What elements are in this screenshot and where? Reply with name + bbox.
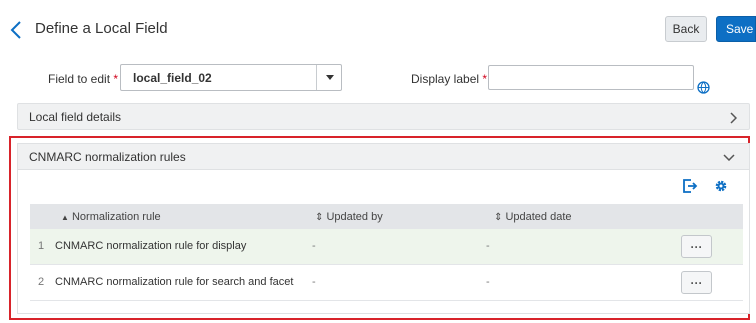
section-title: Local field details: [29, 110, 122, 124]
updated-by: -: [312, 276, 316, 288]
back-button[interactable]: Back: [665, 16, 707, 42]
column-header-updated-date[interactable]: ⇕ Updated date: [494, 211, 572, 223]
select-divider: [316, 65, 317, 90]
row-index: 2: [38, 276, 45, 288]
field-to-edit-select[interactable]: local_field_02: [120, 64, 342, 91]
updated-by: -: [312, 240, 316, 252]
cnmarc-rules-panel: CNMARC normalization rules ▲ Normalizati…: [17, 143, 750, 314]
display-label-label: Display label *: [411, 72, 488, 86]
updated-date: -: [486, 240, 490, 252]
column-header-updated-by[interactable]: ⇕ Updated by: [315, 211, 383, 223]
chevron-right-icon[interactable]: [729, 112, 737, 124]
page-header: Define a Local Field Back Save: [0, 0, 756, 60]
export-icon[interactable]: [682, 179, 698, 193]
required-marker: *: [113, 72, 119, 86]
rule-name[interactable]: CNMARC normalization rule for display: [55, 240, 246, 252]
local-field-details-section[interactable]: Local field details: [17, 103, 750, 130]
field-to-edit-label: Field to edit *: [48, 72, 119, 86]
panel-title: CNMARC normalization rules: [29, 150, 186, 164]
page-title: Define a Local Field: [35, 20, 168, 37]
column-header-rule[interactable]: ▲ Normalization rule: [61, 211, 161, 223]
gear-icon[interactable]: [714, 179, 728, 193]
chevron-left-icon[interactable]: [9, 19, 23, 41]
table-row[interactable]: 2 CNMARC normalization rule for search a…: [30, 265, 743, 301]
rule-name[interactable]: CNMARC normalization rule for search and…: [55, 276, 293, 288]
caret-down-icon[interactable]: [326, 75, 334, 80]
globe-icon[interactable]: [697, 81, 710, 94]
table-row[interactable]: 1 CNMARC normalization rule for display …: [30, 229, 743, 265]
chevron-down-icon[interactable]: [723, 153, 735, 161]
row-index: 1: [38, 240, 45, 252]
save-button[interactable]: Save: [716, 16, 756, 42]
field-to-edit-value: local_field_02: [133, 71, 212, 85]
table-header: ▲ Normalization rule ⇕ Updated by ⇕ Upda…: [30, 204, 743, 229]
panel-header[interactable]: CNMARC normalization rules: [18, 144, 749, 170]
updated-date: -: [486, 276, 490, 288]
row-actions-button[interactable]: ···: [681, 235, 712, 258]
required-marker: *: [482, 72, 488, 86]
display-label-input[interactable]: [488, 65, 694, 90]
row-actions-button[interactable]: ···: [681, 271, 712, 294]
